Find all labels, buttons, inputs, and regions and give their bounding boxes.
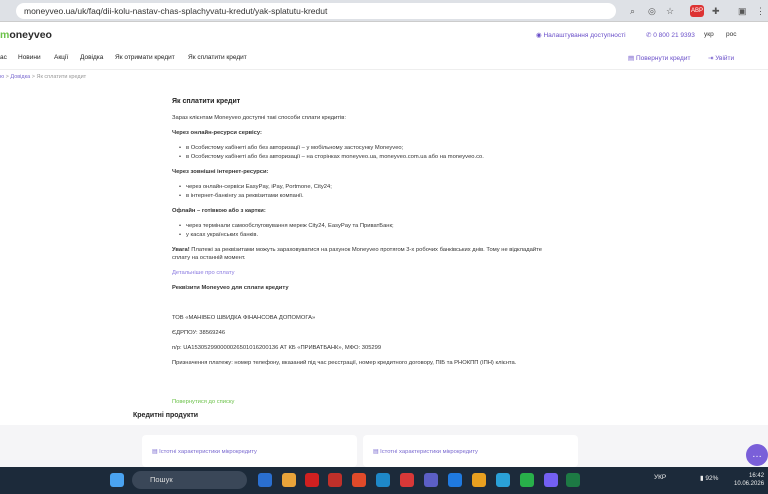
task-view-icon[interactable]	[258, 473, 272, 487]
profile-icon[interactable]: ▣	[738, 4, 747, 18]
list-item: через термінали самообслуговування мереж…	[172, 222, 552, 230]
edge-icon[interactable]	[376, 473, 390, 487]
site-header: moneyveo ◉ Налаштування доступності ✆ 0 …	[0, 22, 768, 70]
list-item: в інтернет-банкінгу за реквізитами компа…	[172, 192, 552, 200]
section-offline-list: через термінали самообслуговування мереж…	[172, 222, 552, 239]
breadcrumb-faq[interactable]: Довідка	[10, 74, 30, 80]
teams-icon[interactable]	[424, 473, 438, 487]
login-link[interactable]: ⇥ Увійти	[708, 54, 734, 62]
article: Як сплатити кредит Зараз клієнтам Moneyv…	[172, 98, 552, 374]
eye-off-icon[interactable]: ◎	[648, 4, 656, 18]
list-item: у касах українських банків.	[172, 231, 552, 239]
app-icon[interactable]	[400, 473, 414, 487]
nav-item-pay-credit[interactable]: Як сплатити кредит	[188, 54, 247, 61]
section-external-title: Через зовнішні інтернет-ресурси:	[172, 169, 269, 175]
menu-icon[interactable]: ⋮	[756, 4, 765, 18]
company-name: ТОВ «МАНІВЕО ШВИДКА ФІНАНСОВА ДОПОМОГА»	[172, 315, 316, 321]
viber-icon[interactable]	[544, 473, 558, 487]
section-external-list: через онлайн-сервіси EasyPay, iPay, Port…	[172, 183, 552, 200]
breadcrumb-current: Як сплатити кредит	[36, 74, 87, 80]
url-text: moneyveo.ua/uk/faq/dii-kolu-nastav-chas-…	[24, 6, 328, 16]
file-explorer-icon[interactable]	[282, 473, 296, 487]
tray-battery[interactable]: ▮ 92%	[700, 474, 718, 482]
article-title: Як сплатити кредит	[172, 98, 241, 105]
dropbox-icon[interactable]	[448, 473, 462, 487]
app-red-icon[interactable]	[352, 473, 366, 487]
breadcrumb-home[interactable]: ю	[0, 74, 4, 80]
adblock-extension-icon[interactable]: ABP	[690, 5, 704, 17]
address-bar[interactable]: moneyveo.ua/uk/faq/dii-kolu-nastav-chas-…	[16, 3, 616, 19]
products-title: Кредитні продукти	[133, 412, 199, 419]
section-online-list: в Особистому кабінеті або без авторизаці…	[172, 144, 552, 161]
browser-toolbar: moneyveo.ua/uk/faq/dii-kolu-nastav-chas-…	[0, 0, 768, 22]
windows-start-icon[interactable]	[110, 473, 124, 487]
bookmark-star-icon[interactable]: ☆	[666, 4, 674, 18]
tray-language[interactable]: УКР	[654, 474, 666, 481]
lang-uk[interactable]: укр	[704, 31, 714, 38]
opera-icon[interactable]	[305, 473, 319, 487]
taskbar-clock[interactable]: 16:42 10.06.2026	[734, 472, 764, 488]
more-about-payment-link[interactable]: Детальніше про сплату	[172, 269, 552, 277]
return-credit-link[interactable]: ▤ Повернути кредит	[628, 54, 690, 62]
accessibility-settings-link[interactable]: ◉ Налаштування доступності	[536, 31, 626, 41]
chat-bubble-icon[interactable]: …	[746, 444, 768, 466]
product-card[interactable]: ▤ Істотні характеристики мікрокредиту	[142, 435, 357, 467]
payment-purpose: Призначення платежу: номер телефону, вка…	[172, 360, 517, 366]
whatsapp-icon[interactable]	[520, 473, 534, 487]
article-intro: Зараз клієнтам Moneyveo доступні такі сп…	[172, 115, 346, 121]
section-online-title: Через онлайн-ресурси сервісу:	[172, 130, 262, 136]
nav-item-promos[interactable]: Акції	[54, 54, 68, 61]
lang-ru[interactable]: рос	[726, 31, 736, 38]
section-offline-title: Офлайн – готівкою або з картки:	[172, 208, 266, 214]
nav-item-news[interactable]: Новини	[18, 54, 41, 61]
nav-item-get-credit[interactable]: Як отримати кредит	[115, 54, 175, 61]
nav-item-faq[interactable]: Довідка	[80, 54, 103, 61]
site-logo[interactable]: moneyveo	[0, 29, 52, 41]
telegram-icon[interactable]	[496, 473, 510, 487]
back-to-list-link[interactable]: Повернутися до списку	[172, 399, 234, 405]
nav-item-partial[interactable]: ас	[0, 54, 7, 61]
list-item: в Особистому кабінеті або без авторизаці…	[172, 144, 552, 152]
bank-account: п/р: UA153052990000026501016200136 АТ КБ…	[172, 345, 382, 351]
edrpou: ЄДРПОУ: 38569246	[172, 330, 226, 336]
product-card[interactable]: ▤ Істотні характеристики мікрокредиту	[363, 435, 578, 467]
requisites-title: Реквізити Moneyveo для сплати кредиту	[172, 285, 289, 291]
phone-link[interactable]: ✆ 0 800 21 9393	[646, 31, 695, 41]
chrome-icon[interactable]	[472, 473, 486, 487]
product-card-link[interactable]: ▤ Істотні характеристики мікрокредиту	[152, 449, 257, 455]
warning-note: Увага! Платежі за реквізитами можуть зар…	[172, 247, 542, 261]
zoom-icon[interactable]: ⌕	[630, 4, 635, 18]
taskbar-search[interactable]: Пошук	[132, 471, 247, 489]
list-item: через онлайн-сервіси EasyPay, iPay, Port…	[172, 183, 552, 191]
product-card-link[interactable]: ▤ Істотні характеристики мікрокредиту	[373, 449, 478, 455]
excel-icon[interactable]	[566, 473, 580, 487]
extensions-icon[interactable]: ✚	[712, 4, 720, 18]
breadcrumb: ю > Довідка > Як сплатити кредит	[0, 74, 87, 80]
windows-taskbar: Пошук УКР ▮ 92% 16:42 10.06.2026	[0, 467, 768, 494]
app-l-icon[interactable]	[328, 473, 342, 487]
list-item: в Особистому кабінеті або без авторизаці…	[172, 153, 552, 161]
